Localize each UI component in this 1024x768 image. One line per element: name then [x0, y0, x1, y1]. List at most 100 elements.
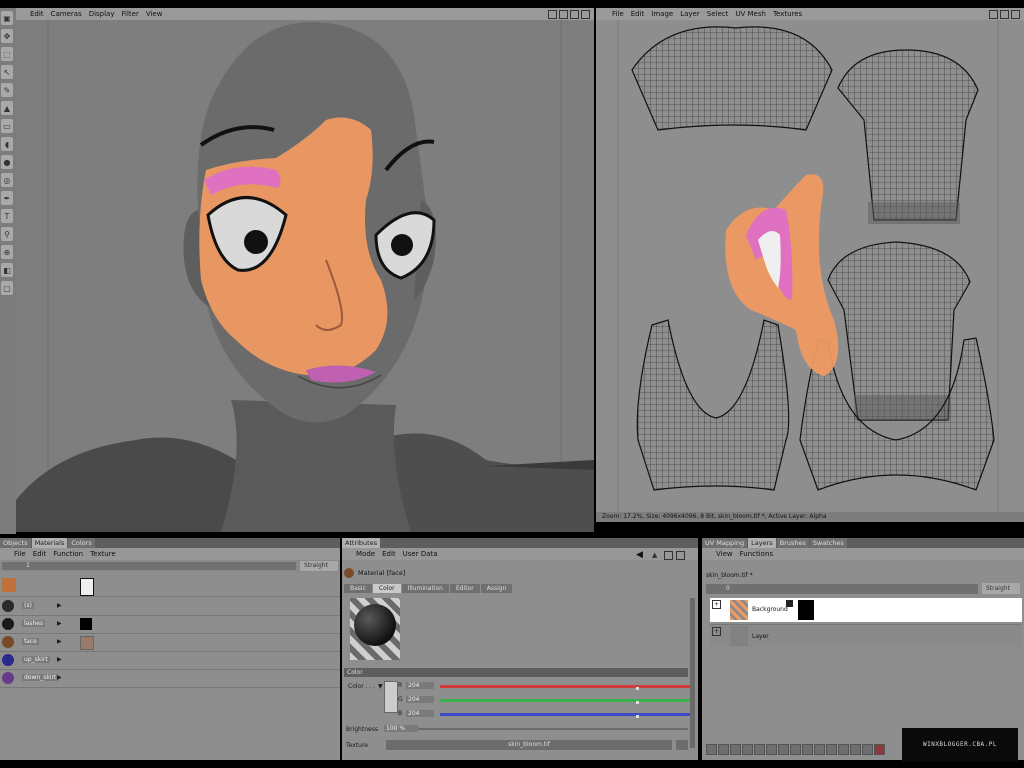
expand-arrow-icon[interactable]: ▶ — [57, 620, 62, 627]
smudge-icon[interactable]: ◖ — [1, 137, 13, 151]
layer-blend-select[interactable]: Straight — [982, 583, 1020, 594]
delete-layer-icon[interactable] — [874, 744, 885, 755]
eye-icon[interactable]: + — [712, 600, 721, 609]
layer-name[interactable]: Background — [752, 606, 788, 613]
assign-button[interactable]: Assign — [480, 584, 513, 593]
new-panel-icon[interactable] — [676, 551, 685, 560]
uv-menu-uvmesh[interactable]: UV Mesh — [735, 10, 766, 18]
dodge-icon[interactable]: ● — [1, 155, 13, 169]
attributes-menu-edit[interactable]: Edit — [382, 550, 396, 558]
layer-edit-icon[interactable] — [850, 744, 861, 755]
material-row[interactable]: lashes ▶ — [0, 616, 340, 634]
uv-pan-icon[interactable] — [989, 10, 998, 19]
layer-row-background[interactable]: + Background — [710, 598, 1022, 622]
merge-layer-icon[interactable] — [742, 744, 753, 755]
uv-menu-select[interactable]: Select — [707, 10, 729, 18]
tab-attributes[interactable]: Attributes — [342, 538, 381, 548]
pen-icon[interactable]: ✒ — [1, 191, 13, 205]
viewport-menu-cameras[interactable]: Cameras — [51, 10, 82, 18]
viewport-menu-display[interactable]: Display — [89, 10, 115, 18]
g-slider[interactable] — [440, 699, 690, 702]
select-rect-icon[interactable]: ⬚ — [1, 47, 13, 61]
tab-colors[interactable]: Colors — [68, 538, 95, 548]
uv-menu-layer[interactable]: Layer — [680, 10, 700, 18]
brightness-input[interactable]: 100 % — [384, 725, 418, 732]
viewport-menu-filter[interactable]: Filter — [122, 10, 139, 18]
eraser-icon[interactable]: ▭ — [1, 119, 13, 133]
b-slider[interactable] — [440, 713, 690, 716]
materials-search-input[interactable]: 1 — [2, 562, 296, 570]
expand-arrow-icon[interactable]: ▶ — [57, 638, 62, 645]
expand-arrow-icon[interactable]: ▶ — [57, 674, 62, 681]
copy-layer-icon[interactable] — [802, 744, 813, 755]
color-swatch-icon[interactable]: ◧ — [1, 263, 13, 277]
b-value-input[interactable]: 204 — [406, 710, 434, 717]
layers-menu-functions[interactable]: Functions — [740, 550, 773, 558]
color-dropdown-icon[interactable]: ▼ — [378, 683, 383, 690]
expand-arrow-icon[interactable]: ▶ — [57, 602, 62, 609]
illumination-button[interactable]: Illumination — [401, 584, 449, 593]
texture-field[interactable]: skin_bloom.tif — [386, 740, 672, 750]
material-name[interactable]: face — [22, 638, 39, 645]
r-slider-handle[interactable] — [636, 687, 639, 690]
material-row-top[interactable] — [0, 576, 340, 597]
viewport-zoom-icon[interactable] — [559, 10, 568, 19]
r-value-input[interactable]: 204 — [406, 682, 434, 689]
eye-icon[interactable]: + — [712, 627, 721, 636]
tab-brushes[interactable]: Brushes — [776, 538, 809, 548]
b-slider-handle[interactable] — [636, 715, 639, 718]
layer-row-layer[interactable]: + Layer — [710, 624, 1022, 647]
quick-mask-icon[interactable]: ▢ — [1, 281, 13, 295]
uv-zoom-icon[interactable] — [1000, 10, 1009, 19]
zoom-icon[interactable]: ⊕ — [1, 245, 13, 259]
layer-opacity-input[interactable]: 0 — [706, 584, 978, 594]
color-swatch[interactable] — [384, 681, 398, 713]
g-value-input[interactable]: 204 — [406, 696, 434, 703]
attributes-menu-mode[interactable]: Mode — [356, 550, 375, 558]
layers-menu-view[interactable]: View — [716, 550, 733, 558]
material-row[interactable]: up_skirt ▶ — [0, 652, 340, 670]
texture-browse-button[interactable] — [676, 740, 688, 750]
tab-layers[interactable]: Layers — [748, 538, 776, 548]
viewport-pan-icon[interactable] — [548, 10, 557, 19]
new-layer-icon[interactable] — [706, 744, 717, 755]
forward-arrow-icon[interactable]: ▲ — [652, 551, 657, 559]
material-row[interactable]: (s) ▶ — [0, 598, 340, 616]
materials-blend-select[interactable]: Straight — [300, 561, 338, 571]
material-name[interactable]: (s) — [22, 602, 34, 609]
viewport-menu-view[interactable]: View — [146, 10, 163, 18]
editor-button[interactable]: Editor — [449, 584, 480, 593]
materials-menu-function[interactable]: Function — [53, 550, 83, 558]
lock-layer-icon[interactable] — [766, 744, 777, 755]
g-slider-handle[interactable] — [636, 701, 639, 704]
uv-menu-edit[interactable]: Edit — [631, 10, 645, 18]
tab-swatches[interactable]: Swatches — [809, 538, 847, 548]
basic-button[interactable]: Basic — [344, 584, 372, 593]
materials-menu-texture[interactable]: Texture — [90, 550, 116, 558]
uv-menu-image[interactable]: Image — [651, 10, 673, 18]
back-arrow-icon[interactable]: ◀ — [636, 550, 643, 560]
attributes-menu-userdata[interactable]: User Data — [403, 550, 438, 558]
paste-layer-icon[interactable] — [814, 744, 825, 755]
material-preview[interactable] — [350, 598, 400, 660]
uv-menu-textures[interactable]: Textures — [773, 10, 802, 18]
materials-menu-edit[interactable]: Edit — [33, 550, 47, 558]
layer-name[interactable]: Layer — [752, 633, 769, 640]
viewport-maximize-icon[interactable] — [581, 10, 590, 19]
move-icon[interactable]: ✥ — [1, 29, 13, 43]
layer-settings-icon[interactable] — [826, 744, 837, 755]
uv-menu-file[interactable]: File — [612, 10, 624, 18]
layer-link-icon[interactable] — [838, 744, 849, 755]
tab-uv-mapping[interactable]: UV Mapping — [702, 538, 748, 548]
uv-canvas[interactable]: Zoom: 17.2%, Size: 4096x4096, 8 Bit, ski… — [596, 20, 1024, 522]
mask-layer-icon[interactable] — [754, 744, 765, 755]
material-row[interactable]: down_skirt ▶ — [0, 670, 340, 688]
lock-icon[interactable] — [664, 551, 673, 560]
fill-icon[interactable]: ▲ — [1, 101, 13, 115]
alpha-layer-icon[interactable] — [778, 744, 789, 755]
tab-objects[interactable]: Objects — [0, 538, 31, 548]
material-row[interactable]: face ▶ — [0, 634, 340, 652]
eyedropper-icon[interactable]: ⚲ — [1, 227, 13, 241]
new-folder-icon[interactable] — [718, 744, 729, 755]
layer-filter-icon[interactable] — [862, 744, 873, 755]
